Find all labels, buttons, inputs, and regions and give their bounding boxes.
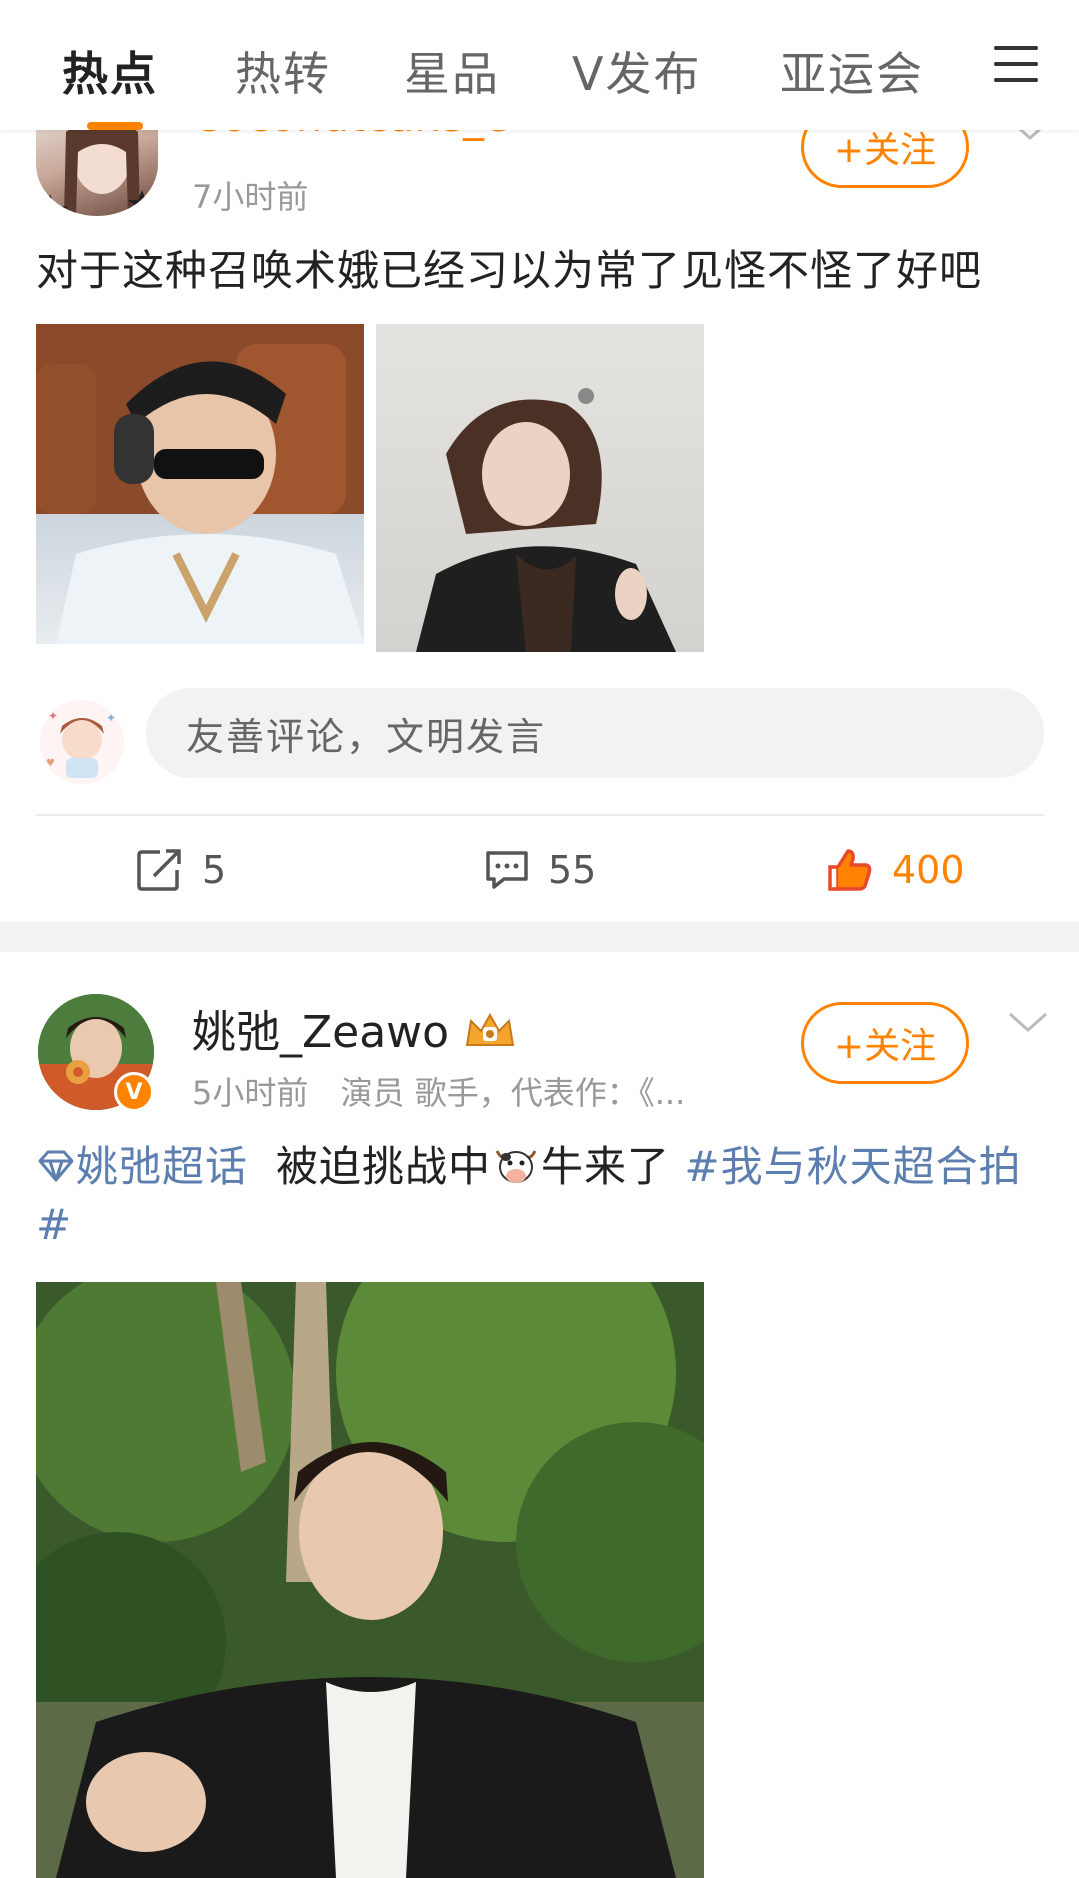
chevron-down-icon[interactable] (1008, 1012, 1048, 1034)
repost-count: 5 (202, 848, 227, 892)
verified-badge-icon: V (114, 1072, 154, 1112)
cow-emoji-icon (495, 1150, 537, 1183)
post-separator (0, 922, 1079, 952)
thumbs-up-icon (828, 849, 872, 891)
post-photo[interactable] (36, 324, 364, 644)
like-button[interactable]: 400 (826, 840, 965, 900)
comment-button[interactable]: 55 (484, 840, 596, 900)
crown-badge-icon (465, 1012, 515, 1046)
svg-text:✦: ✦ (48, 709, 58, 723)
diamond-icon (38, 1150, 74, 1182)
username[interactable]: 姚弛_Zeawo (192, 996, 517, 1060)
svg-text:✦: ✦ (106, 711, 116, 725)
comment-input[interactable]: 友善评论，文明发言 (146, 688, 1044, 778)
repost-button[interactable]: 5 (136, 840, 226, 900)
post-text: 姚弛超话 被迫挑战中 牛来了 #我与秋天超合拍# (36, 1142, 1022, 1249)
repost-icon (137, 849, 181, 891)
post-photo[interactable] (376, 324, 704, 652)
svg-text:♥: ♥ (46, 758, 55, 769)
post-time: 5小时前 (192, 1074, 309, 1112)
tab-hot-repost[interactable]: 热转 (235, 38, 331, 104)
comment-icon (486, 851, 528, 889)
my-avatar[interactable]: ✦ ✦ ♥ (40, 700, 124, 784)
top-nav: 热点 热转 星品 V发布 亚运会 (0, 0, 1079, 130)
post-video[interactable] (36, 1282, 704, 1878)
tab-star-products[interactable]: 星品 (404, 38, 500, 104)
follow-button[interactable]: +关注 (801, 1002, 969, 1084)
post-time: 7小时前 (192, 178, 309, 216)
tab-hot[interactable]: 热点 (62, 38, 158, 104)
like-count: 400 (892, 848, 965, 892)
divider (36, 814, 1044, 816)
post-meta: 5小时前 演员 歌手，代表作：《... (192, 1068, 685, 1114)
tab-asian-games[interactable]: 亚运会 (780, 38, 924, 104)
comment-count: 55 (548, 848, 597, 892)
user-bio: 演员 歌手，代表作：《... (340, 1074, 686, 1112)
menu-icon[interactable] (994, 44, 1038, 84)
active-tab-indicator (87, 122, 143, 130)
comment-placeholder: 友善评论，文明发言 (186, 714, 547, 759)
tab-v-publish[interactable]: V发布 (572, 38, 701, 104)
post-text: 对于这种召唤术娥已经习以为常了见怪不怪了好吧 (36, 246, 983, 295)
supertopic-link[interactable]: 姚弛超话 (36, 1142, 248, 1191)
